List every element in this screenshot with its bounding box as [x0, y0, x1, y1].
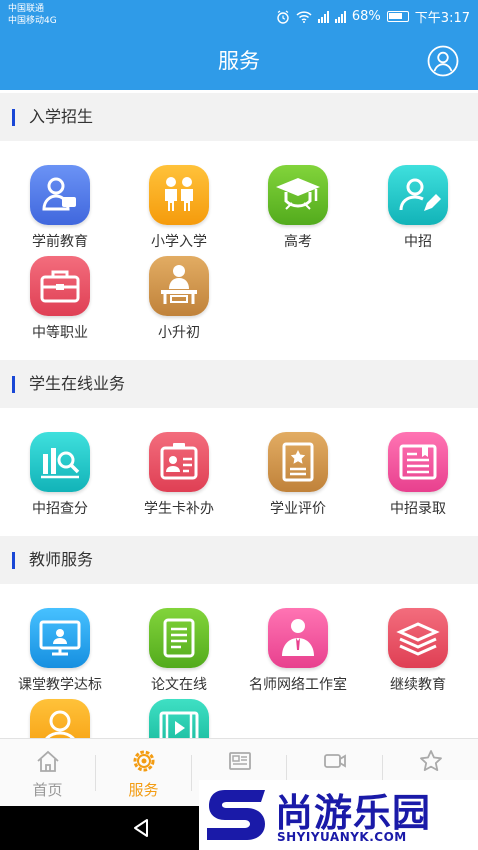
status-time: 下午3:17 [414, 11, 470, 26]
nav-item-home[interactable]: 首页 [0, 739, 95, 807]
service-gear-icon [133, 750, 155, 772]
section-marker [12, 552, 15, 569]
briefcase-icon [30, 256, 90, 316]
app-header: 服务 [0, 32, 478, 90]
service-tile-paper-online[interactable]: 论文在线 [119, 608, 239, 700]
service-tile-academic-evaluation[interactable]: 学业评价 [238, 432, 358, 524]
teacher-icon [268, 608, 328, 668]
tile-label: 中招 [404, 234, 432, 250]
section-title: 教师服务 [29, 550, 94, 569]
tile-label: 小升初 [158, 325, 200, 341]
section-marker [12, 109, 15, 126]
user-edit-icon [388, 165, 448, 225]
tile-label: 名师网络工作室 [249, 677, 347, 693]
student-desk-icon [149, 256, 209, 316]
signal-4g-icon [334, 10, 346, 23]
service-tile-primary-school[interactable]: 小学入学 [119, 165, 239, 257]
watermark: 尚游乐园 SHYIYUANYK.COM [199, 780, 478, 850]
service-tile-zhongzhao[interactable]: 中招 [358, 165, 478, 257]
home-icon [37, 750, 59, 772]
watermark-text: 尚游乐园 [275, 791, 432, 835]
section-marker [12, 376, 15, 393]
service-tile-student-card[interactable]: 学生卡补办 [119, 432, 239, 524]
evaluation-certificate-icon [268, 432, 328, 492]
nav-label: 首页 [32, 781, 63, 799]
service-tile-score-query[interactable]: 中招查分 [0, 432, 120, 524]
news-icon [229, 752, 251, 770]
carrier-label-2: 中国移动4G [8, 16, 57, 26]
service-tile-preschool[interactable]: 学前教育 [0, 165, 120, 257]
section-title: 入学招生 [29, 107, 94, 126]
classroom-screen-icon [30, 608, 90, 668]
tile-label: 学前教育 [32, 234, 88, 250]
section-header-student-online: 学生在线业务 [0, 360, 478, 408]
books-stack-icon [388, 608, 448, 668]
user-circle-icon[interactable] [427, 45, 459, 77]
watermark-logo-icon [207, 790, 265, 840]
service-tile-classroom-teaching[interactable]: 课堂教学达标 [0, 608, 120, 700]
watermark-subtext: SHYIYUANYK.COM [277, 830, 407, 844]
paper-document-icon [149, 608, 209, 668]
video-camera-icon [324, 754, 346, 768]
pupils-icon [149, 165, 209, 225]
signal-icon [317, 10, 329, 23]
service-tile-admission[interactable]: 中招录取 [358, 432, 478, 524]
nav-item-service[interactable]: 服务 [96, 739, 191, 807]
status-indicators: 68% 下午3:17 [276, 7, 470, 26]
tile-label: 中招录取 [390, 501, 446, 517]
carrier-label-1: 中国联通 [8, 4, 45, 14]
service-tile-junior-high[interactable]: 小升初 [119, 256, 239, 348]
page-title: 服务 [218, 49, 260, 73]
graduation-cap-icon [268, 165, 328, 225]
service-tile-continuing-education[interactable]: 继续教育 [358, 608, 478, 700]
section-title: 学生在线业务 [29, 374, 126, 393]
tile-label: 继续教育 [390, 677, 446, 693]
student-card-icon [149, 432, 209, 492]
service-tile-gaokao[interactable]: 高考 [238, 165, 358, 257]
battery-icon [386, 11, 409, 22]
nav-label: 服务 [128, 781, 159, 799]
tile-label: 高考 [284, 234, 312, 250]
wifi-icon [296, 11, 312, 23]
preschool-child-icon [30, 165, 90, 225]
score-search-icon [30, 432, 90, 492]
tile-label: 论文在线 [151, 677, 207, 693]
tile-label: 中招查分 [32, 501, 88, 517]
star-icon [420, 750, 442, 771]
tile-label: 中等职业 [32, 325, 88, 341]
battery-percent: 68% [351, 9, 381, 24]
service-tile-vocational[interactable]: 中等职业 [0, 256, 120, 348]
section-header-teacher: 教师服务 [0, 536, 478, 584]
admission-document-icon [388, 432, 448, 492]
tile-label: 学业评价 [270, 501, 326, 517]
tile-label: 课堂教学达标 [18, 677, 102, 693]
tile-label: 学生卡补办 [144, 501, 214, 517]
alarm-icon [277, 10, 289, 24]
status-bar: 中国联通 中国移动4G 68% 下午3:17 [0, 0, 478, 32]
section-header-enrollment: 入学招生 [0, 93, 478, 141]
back-triangle-icon[interactable] [130, 816, 152, 840]
service-tile-famous-teacher-studio[interactable]: 名师网络工作室 [238, 608, 358, 700]
tile-label: 小学入学 [151, 234, 207, 250]
